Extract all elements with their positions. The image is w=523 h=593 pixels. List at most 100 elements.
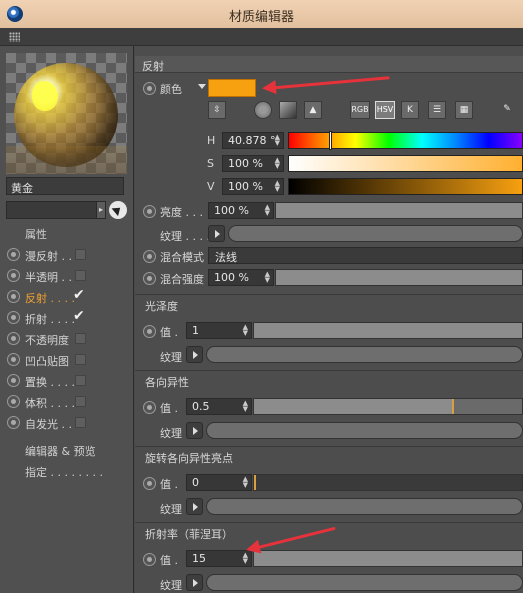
anisotropy-radio[interactable] — [143, 401, 156, 414]
channel-row[interactable]: 漫反射 . . — [7, 246, 131, 264]
channel-label[interactable]: 漫反射 . . — [25, 248, 72, 264]
channel-row[interactable]: 半透明 . . — [7, 267, 131, 285]
brightness-radio[interactable] — [143, 205, 156, 218]
fresnel-texture-bar[interactable] — [206, 574, 523, 591]
h-field[interactable]: 40.878 ° ▲ ▼ — [222, 132, 284, 149]
fresnel-texture-play-button[interactable] — [186, 574, 203, 591]
anisotropy-value-field[interactable]: 0.5 ▲ ▼ — [186, 398, 252, 415]
fresnel-slider[interactable] — [253, 550, 523, 567]
image-picker-icon[interactable]: ▲ — [304, 101, 322, 119]
channel-label[interactable]: 自发光 . . — [25, 416, 72, 432]
gloss-texture-play-button[interactable] — [186, 346, 203, 363]
channel-radio[interactable] — [7, 416, 20, 429]
color-expand-arrow-icon[interactable] — [198, 84, 206, 89]
color-wheel-icon[interactable] — [254, 101, 272, 119]
gloss-slider[interactable] — [253, 322, 523, 339]
channel-checkbox[interactable] — [75, 417, 86, 428]
fresnel-radio[interactable] — [143, 553, 156, 566]
channel-radio[interactable] — [7, 269, 20, 282]
anisotropy-spinner-icon[interactable]: ▲ ▼ — [243, 400, 248, 413]
blend-strength-field[interactable]: 100 % ▲ ▼ — [208, 269, 274, 286]
rotate-texture-play-button[interactable] — [186, 498, 203, 515]
channel-row[interactable]: 不透明度 — [7, 330, 131, 348]
value-slider[interactable] — [288, 178, 523, 195]
preset-dropdown[interactable] — [6, 201, 102, 219]
channel-radio[interactable] — [7, 332, 20, 345]
gloss-radio[interactable] — [143, 325, 156, 338]
channel-checkbox-checked[interactable]: ✔ — [73, 308, 85, 324]
brightness-slider[interactable] — [275, 202, 523, 219]
channel-checkbox[interactable] — [75, 375, 86, 386]
eyedropper-icon[interactable]: ✎ — [498, 101, 516, 119]
channel-radio[interactable] — [7, 374, 20, 387]
texture-bar-reflection[interactable] — [228, 225, 523, 242]
channel-row[interactable]: 折射 . . . . ✔ — [7, 308, 131, 327]
anisotropy-slider-marker[interactable] — [452, 399, 455, 414]
rotate-slider-marker[interactable] — [254, 475, 256, 490]
rotate-radio[interactable] — [143, 477, 156, 490]
color-swatch[interactable] — [208, 79, 256, 97]
gradient-square-icon[interactable] — [279, 101, 297, 119]
s-field[interactable]: 100 % ▲ ▼ — [222, 155, 284, 172]
kelvin-mode-button[interactable]: K — [401, 101, 419, 119]
fresnel-value-field[interactable]: 15 ▲ ▼ — [186, 550, 252, 567]
color-picker-tool-icon[interactable]: ⇳ — [208, 101, 226, 119]
channel-checkbox[interactable] — [75, 249, 86, 260]
channel-row[interactable]: 自发光 . . — [7, 414, 131, 432]
channel-row[interactable]: 体积 . . . . — [7, 393, 131, 411]
assign-link[interactable]: 指定 . . . . . . . . — [25, 464, 103, 480]
anisotropy-texture-play-button[interactable] — [186, 422, 203, 439]
material-preview[interactable] — [6, 53, 127, 174]
mixer-icon[interactable]: ☰ — [428, 101, 446, 119]
channel-label[interactable]: 凹凸贴图 — [25, 353, 69, 369]
v-spinner-icon[interactable]: ▲ ▼ — [275, 180, 280, 193]
blend-strength-spinner-icon[interactable]: ▲ ▼ — [265, 271, 270, 284]
rotate-texture-bar[interactable] — [206, 498, 523, 515]
channel-label[interactable]: 反射 . . . . — [25, 290, 75, 306]
blend-mode-select[interactable]: 法线 — [208, 247, 523, 264]
anisotropy-slider[interactable] — [253, 398, 523, 415]
brightness-spinner-icon[interactable]: ▲ ▼ — [265, 204, 270, 217]
texture-play-button-reflection[interactable] — [208, 225, 225, 242]
channel-label[interactable]: 置换 . . . . — [25, 374, 75, 390]
channel-checkbox-checked[interactable]: ✔ — [73, 287, 85, 303]
hue-slider[interactable] — [288, 131, 523, 150]
channel-checkbox[interactable] — [75, 333, 86, 344]
s-spinner-icon[interactable]: ▲ ▼ — [275, 157, 280, 170]
channel-row[interactable]: 反射 . . . . ✔ — [7, 287, 131, 306]
channel-label[interactable]: 半透明 . . — [25, 269, 72, 285]
gloss-spinner-icon[interactable]: ▲ ▼ — [243, 324, 248, 337]
blend-strength-slider[interactable] — [275, 269, 523, 286]
dropdown-arrow-icon[interactable]: ▸ — [96, 201, 106, 219]
rotate-value-field[interactable]: 0 ▲ ▼ — [186, 474, 252, 491]
hue-knob[interactable] — [329, 131, 332, 150]
blend-mode-radio[interactable] — [143, 250, 156, 263]
channel-row[interactable]: 凹凸贴图 — [7, 351, 131, 369]
anisotropy-texture-bar[interactable] — [206, 422, 523, 439]
swatches-icon[interactable]: ▦ — [455, 101, 473, 119]
hsv-mode-button[interactable]: HSV — [375, 101, 395, 119]
pick-cursor-button[interactable] — [109, 201, 127, 219]
color-radio[interactable] — [143, 82, 156, 95]
channel-radio[interactable] — [7, 248, 20, 261]
channel-radio[interactable] — [7, 311, 20, 324]
blend-strength-radio[interactable] — [143, 272, 156, 285]
channel-checkbox[interactable] — [75, 270, 86, 281]
rotate-slider[interactable] — [253, 474, 523, 491]
editor-preview-link[interactable]: 编辑器 & 预览 — [25, 443, 96, 459]
material-name-field[interactable]: 黄金 — [6, 177, 124, 195]
saturation-slider[interactable] — [288, 155, 523, 172]
channel-row[interactable]: 置换 . . . . — [7, 372, 131, 390]
v-field[interactable]: 100 % ▲ ▼ — [222, 178, 284, 195]
channel-checkbox[interactable] — [75, 354, 86, 365]
brightness-field[interactable]: 100 % ▲ ▼ — [208, 202, 274, 219]
channel-label[interactable]: 折射 . . . . — [25, 311, 75, 327]
channel-radio[interactable] — [7, 290, 20, 303]
channel-label[interactable]: 体积 . . . . — [25, 395, 75, 411]
channel-radio[interactable] — [7, 395, 20, 408]
h-spinner-icon[interactable]: ▲ ▼ — [275, 134, 280, 147]
rotate-spinner-icon[interactable]: ▲ ▼ — [243, 476, 248, 489]
gloss-value-field[interactable]: 1 ▲ ▼ — [186, 322, 252, 339]
panel-grip-icon[interactable] — [9, 32, 20, 42]
channel-label[interactable]: 不透明度 — [25, 332, 69, 348]
